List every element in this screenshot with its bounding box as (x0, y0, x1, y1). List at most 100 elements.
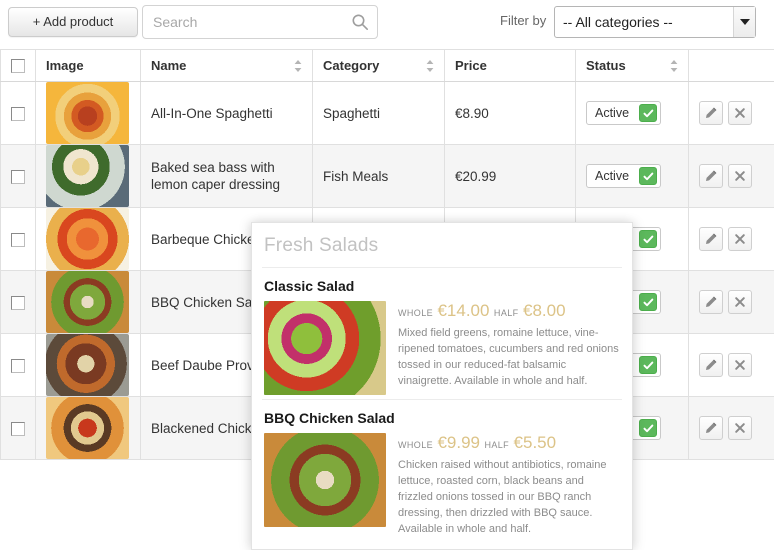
row-select-cell (0, 207, 36, 271)
overlay-item-description: Chicken raised without antibiotics, roma… (398, 459, 607, 535)
search-input[interactable] (142, 5, 378, 39)
overlay-item-description: Mixed field greens, romaine lettuce, vin… (398, 327, 619, 387)
overlay-item: BBQ Chicken Salad WHOLE €9.99 HALF €5.50 C… (252, 399, 632, 541)
half-price: €5.50 (513, 433, 557, 452)
product-thumbnail (46, 271, 129, 333)
whole-price: €9.99 (437, 433, 481, 452)
toolbar: + Add product Filter by -- All categorie… (0, 0, 774, 48)
row-actions-cell (688, 81, 774, 145)
row-actions-cell (688, 333, 774, 397)
row-checkbox[interactable] (11, 358, 25, 373)
product-thumbnail (46, 145, 129, 207)
row-image-cell (35, 81, 141, 145)
product-thumbnail (46, 82, 129, 144)
whole-label: WHOLE (398, 308, 434, 318)
filter-by-label: Filter by (500, 13, 547, 28)
column-header-image: Image (35, 49, 141, 82)
product-name: Baked sea bass with lemon caper dressing (151, 160, 281, 192)
column-label-image: Image (46, 58, 84, 73)
row-select-cell (0, 144, 36, 208)
edit-button[interactable] (699, 101, 723, 125)
product-list-page: + Add product Filter by -- All categorie… (0, 0, 774, 550)
whole-label: WHOLE (398, 440, 434, 450)
row-select-cell (0, 333, 36, 397)
overlay-item-image (264, 301, 386, 395)
edit-button[interactable] (699, 353, 723, 377)
delete-button[interactable] (728, 416, 752, 440)
column-header-name[interactable]: Name (140, 49, 313, 82)
column-header-status[interactable]: Status (575, 49, 689, 82)
check-icon (639, 293, 658, 311)
product-thumbnail (46, 397, 129, 459)
product-name: Blackened Chicken (151, 420, 267, 436)
edit-button[interactable] (699, 290, 723, 314)
delete-button[interactable] (728, 164, 752, 188)
product-category: Fish Meals (323, 168, 389, 184)
select-all-header (0, 49, 36, 82)
row-image-cell (35, 270, 141, 334)
status-badge[interactable]: Active (586, 164, 662, 188)
edit-button[interactable] (699, 164, 723, 188)
sort-icon[interactable] (669, 59, 679, 73)
whole-price: €14.00 (437, 301, 490, 320)
half-label: HALF (493, 308, 519, 318)
overlay-item-list: Classic Salad WHOLE €14.00 HALF €8.00 Mixe… (252, 268, 632, 541)
check-icon (639, 356, 658, 374)
edit-button[interactable] (699, 416, 723, 440)
fresh-salads-overlay: Fresh Salads Classic Salad WHOLE €14.00 H… (251, 222, 633, 550)
sort-icon[interactable] (293, 59, 303, 73)
column-label-category: Category (323, 58, 380, 73)
category-filter: -- All categories -- (554, 6, 756, 38)
column-header-actions (688, 49, 774, 82)
product-name: All-In-One Spaghetti (151, 105, 273, 121)
row-status-cell: Active (575, 144, 689, 208)
column-header-price: Price (444, 49, 576, 82)
column-label-status: Status (586, 58, 626, 73)
column-header-category[interactable]: Category (312, 49, 445, 82)
product-name: Barbeque Chicken (151, 231, 263, 247)
product-thumbnail (46, 208, 129, 270)
half-label: HALF (484, 440, 510, 450)
row-checkbox[interactable] (11, 169, 25, 184)
product-category: Spaghetti (323, 105, 381, 121)
table-row[interactable]: Baked sea bass with lemon caper dressing… (0, 144, 774, 208)
status-badge[interactable]: Active (586, 101, 662, 125)
overlay-item: Classic Salad WHOLE €14.00 HALF €8.00 Mixe… (252, 268, 632, 399)
category-filter-select[interactable]: -- All categories -- (554, 6, 756, 38)
row-actions-cell (688, 207, 774, 271)
row-actions (699, 101, 764, 125)
row-name-cell: All-In-One Spaghetti (140, 81, 313, 145)
row-checkbox[interactable] (11, 295, 25, 310)
row-actions-cell (688, 396, 774, 460)
table-header: Image Name Category Price Status (0, 49, 774, 82)
row-select-cell (0, 396, 36, 460)
status-label: Active (595, 106, 630, 120)
select-all-checkbox[interactable] (11, 59, 25, 74)
row-actions (699, 416, 764, 440)
sort-icon[interactable] (425, 59, 435, 73)
row-checkbox[interactable] (11, 232, 25, 247)
overlay-item-name: BBQ Chicken Salad (264, 410, 395, 426)
overlay-title: Fresh Salads (264, 235, 379, 256)
row-image-cell (35, 207, 141, 271)
add-product-button[interactable]: + Add product (8, 7, 138, 37)
check-icon (639, 104, 658, 122)
delete-button[interactable] (728, 227, 752, 251)
row-select-cell (0, 270, 36, 334)
row-image-cell (35, 144, 141, 208)
delete-button[interactable] (728, 101, 752, 125)
row-image-cell (35, 333, 141, 397)
row-name-cell: Baked sea bass with lemon caper dressing (140, 144, 313, 208)
column-label-price: Price (455, 58, 487, 73)
row-actions-cell (688, 144, 774, 208)
row-status-cell: Active (575, 81, 689, 145)
delete-button[interactable] (728, 353, 752, 377)
row-checkbox[interactable] (11, 421, 25, 436)
check-icon (639, 419, 658, 437)
table-row[interactable]: All-In-One Spaghetti Spaghetti €8.90 Active (0, 81, 774, 145)
product-thumbnail (46, 334, 129, 396)
edit-button[interactable] (699, 227, 723, 251)
row-actions-cell (688, 270, 774, 334)
delete-button[interactable] (728, 290, 752, 314)
row-checkbox[interactable] (11, 106, 25, 121)
